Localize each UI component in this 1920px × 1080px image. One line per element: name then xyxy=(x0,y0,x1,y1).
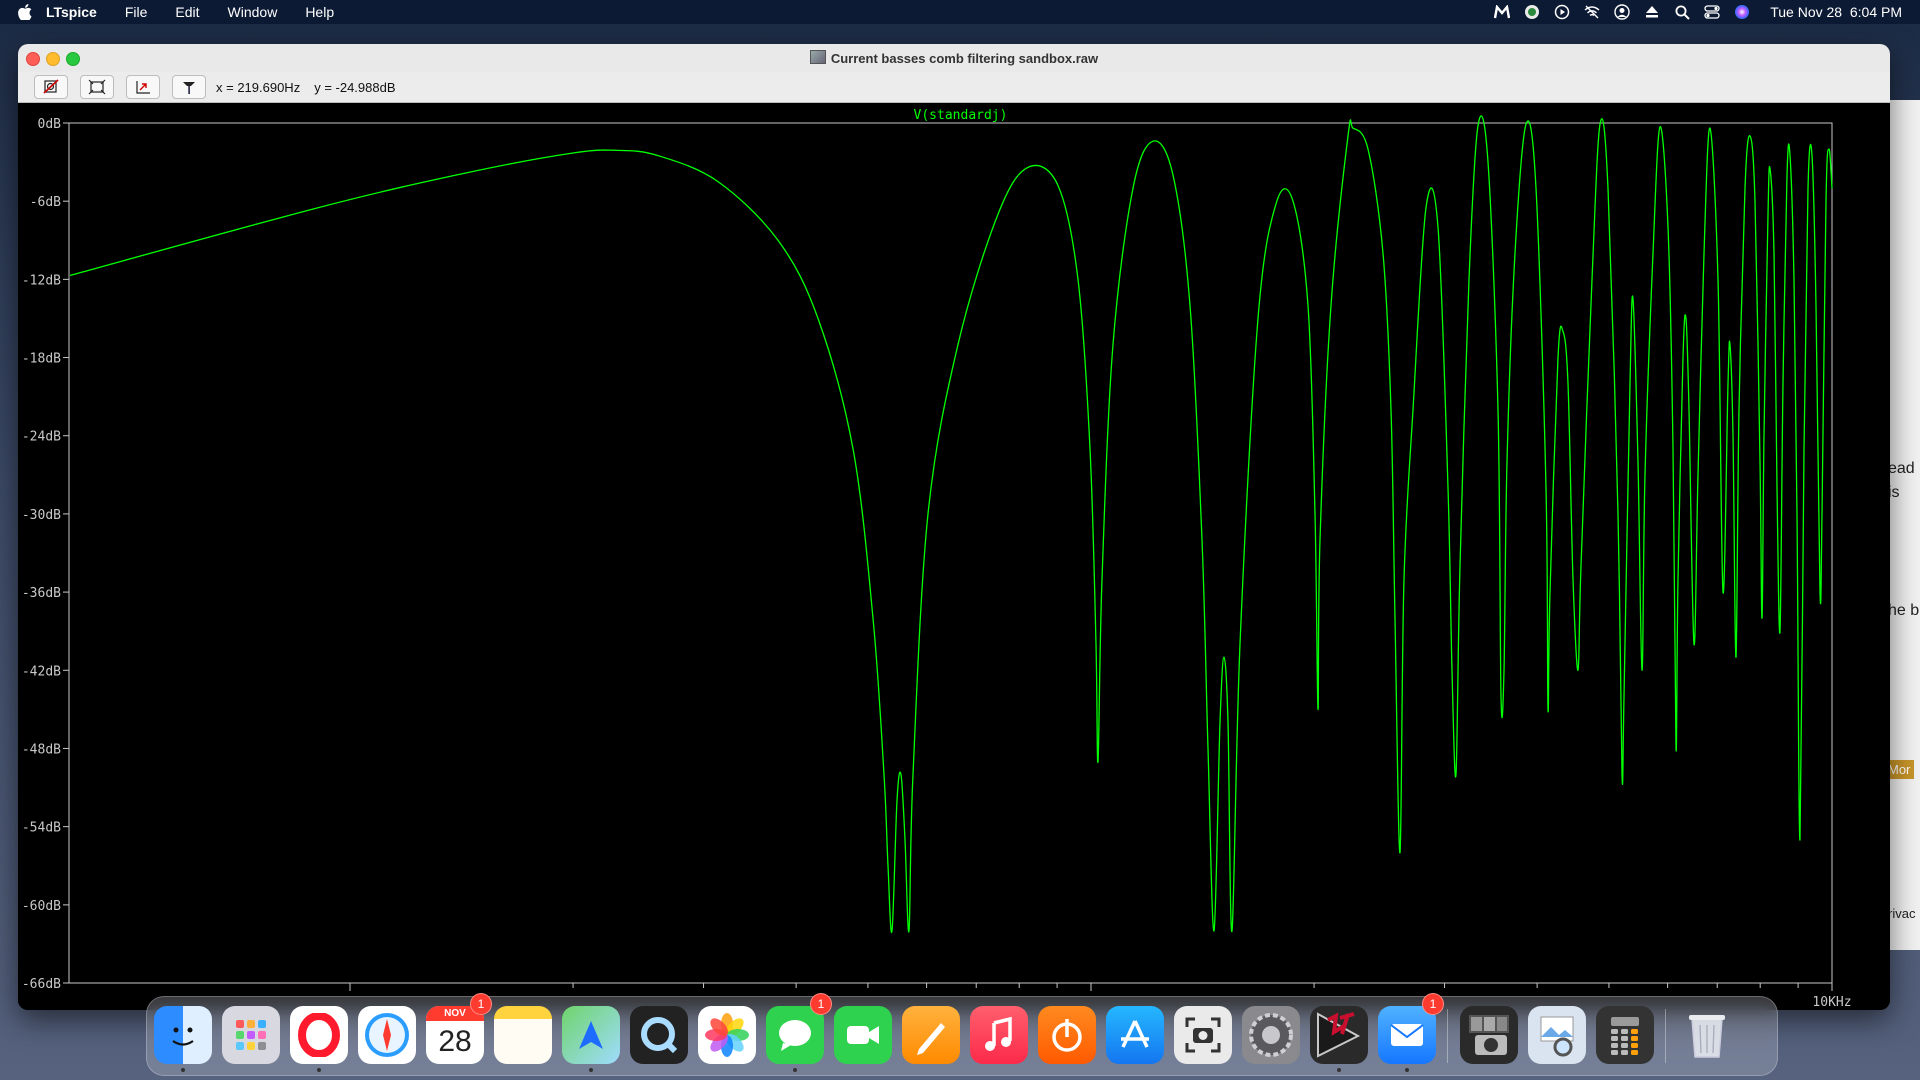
probe-icon xyxy=(183,82,195,94)
cursor-y-readout: y = -24.988dB xyxy=(314,79,396,95)
background-text-fragment: he b xyxy=(1888,602,1920,619)
play-status-icon[interactable] xyxy=(1554,4,1570,20)
castro-icon[interactable] xyxy=(1038,1006,1096,1064)
probe-button[interactable] xyxy=(172,75,206,99)
system-preferences-icon[interactable] xyxy=(1242,1006,1300,1064)
trace-line xyxy=(69,115,1833,934)
y-tick-label: -24dB xyxy=(22,430,61,445)
trace-label: V(standardj) xyxy=(914,108,1008,123)
user-account-icon[interactable] xyxy=(1614,4,1630,20)
siri-icon[interactable] xyxy=(1734,4,1750,20)
screenshot-icon[interactable] xyxy=(1174,1006,1232,1064)
cursor-x-readout: x = 219.690Hz xyxy=(216,79,301,95)
dock: NOV 28 1 1 1 xyxy=(146,993,1778,1076)
ltspice-waveform-window: Current basses comb filtering sandbox.ra… xyxy=(18,44,1890,1010)
window-titlebar[interactable]: Current basses comb filtering sandbox.ra… xyxy=(18,44,1890,73)
dock-separator xyxy=(1447,1009,1448,1063)
background-text-fragment: ead xyxy=(1888,460,1915,477)
y-tick-label: -48dB xyxy=(22,742,61,757)
raw-file-icon xyxy=(809,50,826,64)
background-text-fragment: rivac xyxy=(1888,906,1916,921)
calendar-icon[interactable]: NOV 28 xyxy=(426,1006,484,1064)
finder-icon[interactable] xyxy=(154,1006,212,1064)
zoom-back-button[interactable] xyxy=(126,75,160,99)
messages-icon[interactable] xyxy=(766,1006,824,1064)
dock-separator xyxy=(1665,1009,1666,1063)
y-tick-label: -54dB xyxy=(22,821,61,836)
autorange-button[interactable] xyxy=(34,75,68,99)
ltspice-icon[interactable] xyxy=(1310,1006,1368,1064)
photo-booth-icon[interactable] xyxy=(1460,1006,1518,1064)
y-tick-label: -60dB xyxy=(22,899,61,914)
spotlight-search-icon[interactable] xyxy=(1674,4,1690,20)
running-indicator xyxy=(181,1068,185,1072)
zoom-extents-icon xyxy=(88,79,106,95)
facetime-icon[interactable] xyxy=(834,1006,892,1064)
menu-file[interactable]: File xyxy=(125,4,148,20)
y-tick-label: -12dB xyxy=(22,273,61,288)
control-center-icon[interactable] xyxy=(1704,4,1720,20)
eject-icon[interactable] xyxy=(1644,4,1660,20)
notification-badge: 1 xyxy=(810,993,832,1015)
zoom-back-icon xyxy=(136,81,150,94)
y-tick-label: 0dB xyxy=(38,117,62,132)
menu-app-name[interactable]: LTspice xyxy=(46,4,97,20)
bode-plot[interactable]: 0dB -6dB -12dB -18dB -24dB -30dB -36dB -42dB -48… xyxy=(18,103,1890,1010)
waveform-toolbar: x = 219.690Hz y = -24.988dB xyxy=(18,72,1890,103)
quicktime-icon[interactable] xyxy=(630,1006,688,1064)
notes-icon[interactable] xyxy=(494,1006,552,1064)
malwarebytes-icon[interactable] xyxy=(1494,4,1511,20)
opera-icon[interactable] xyxy=(290,1006,348,1064)
y-tick-label: -42dB xyxy=(22,664,61,679)
music-icon[interactable] xyxy=(970,1006,1028,1064)
app-store-icon[interactable] xyxy=(1106,1006,1164,1064)
running-indicator xyxy=(1337,1068,1341,1072)
mail-icon[interactable] xyxy=(1378,1006,1436,1064)
menu-edit[interactable]: Edit xyxy=(175,4,199,20)
plot-frame xyxy=(68,122,1833,984)
y-tick-label: -18dB xyxy=(22,352,61,367)
y-tick-label: -30dB xyxy=(22,508,61,523)
autorange-icon xyxy=(43,79,59,94)
running-indicator xyxy=(589,1068,593,1072)
maps-icon[interactable] xyxy=(562,1006,620,1064)
pages-icon[interactable] xyxy=(902,1006,960,1064)
launchpad-icon[interactable] xyxy=(222,1006,280,1064)
window-title-text: Current basses comb filtering sandbox.ra… xyxy=(830,51,1099,66)
x-tick-label: 10KHz xyxy=(1812,995,1851,1010)
preview-icon[interactable] xyxy=(1528,1006,1586,1064)
trash-icon[interactable] xyxy=(1678,1006,1736,1064)
running-indicator xyxy=(1405,1068,1409,1072)
wifi-off-icon[interactable] xyxy=(1584,4,1600,20)
menu-bar: LTspice File Edit Window Help Tue Nov 28… xyxy=(0,0,1920,24)
running-indicator xyxy=(793,1068,797,1072)
notification-badge: 1 xyxy=(1422,993,1444,1015)
menu-window[interactable]: Window xyxy=(228,4,278,20)
notification-badge: 1 xyxy=(470,993,492,1015)
y-tick-label: -6dB xyxy=(30,195,61,210)
calendar-day-label: 28 xyxy=(438,1025,472,1058)
safari-icon[interactable] xyxy=(358,1006,416,1064)
y-tick-label: -66dB xyxy=(22,977,61,992)
menu-help[interactable]: Help xyxy=(305,4,334,20)
y-tick-label: -36dB xyxy=(22,586,61,601)
running-indicator xyxy=(317,1068,321,1072)
apple-menu-icon[interactable] xyxy=(18,4,32,20)
waveform-plot-area[interactable]: 0dB -6dB -12dB -18dB -24dB -30dB -36dB -42dB -48… xyxy=(18,103,1890,1010)
istat-icon[interactable] xyxy=(1524,4,1540,20)
menubar-clock[interactable]: Tue Nov 28 6:04 PM xyxy=(1770,4,1902,20)
photos-icon[interactable] xyxy=(698,1006,756,1064)
window-title: Current basses comb filtering sandbox.ra… xyxy=(18,50,1890,66)
zoom-extents-button[interactable] xyxy=(80,75,114,99)
calculator-icon[interactable] xyxy=(1596,1006,1654,1064)
